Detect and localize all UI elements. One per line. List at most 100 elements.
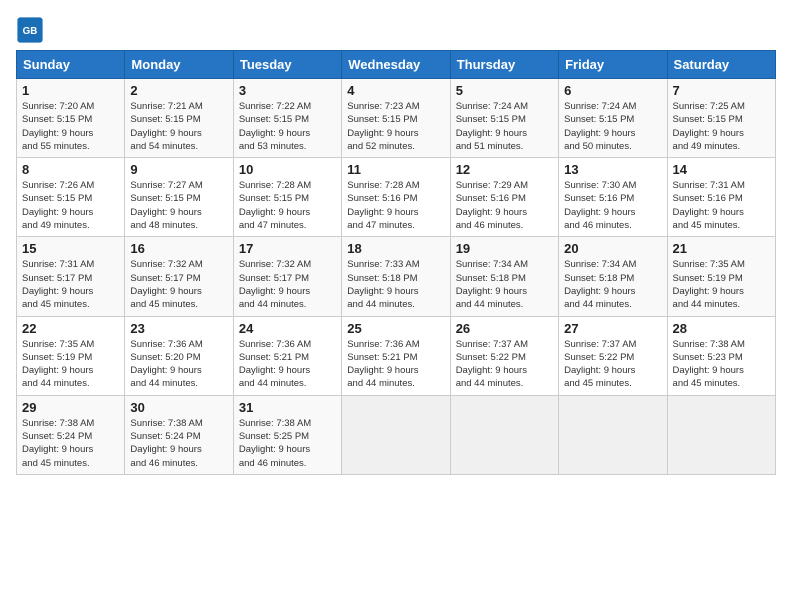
cell-info: Sunrise: 7:22 AMSunset: 5:15 PMDaylight:… bbox=[239, 101, 311, 152]
cell-info: Sunrise: 7:23 AMSunset: 5:15 PMDaylight:… bbox=[347, 101, 419, 152]
calendar-cell: 25 Sunrise: 7:36 AMSunset: 5:21 PMDayligh… bbox=[342, 316, 450, 395]
calendar-body: 1Sunrise: 7:20 AMSunset: 5:15 PMDaylight… bbox=[17, 79, 776, 475]
cell-info: Sunrise: 7:25 AMSunset: 5:15 PMDaylight:… bbox=[673, 101, 745, 152]
cell-info: Sunrise: 7:27 AMSunset: 5:15 PMDaylight:… bbox=[130, 180, 202, 231]
svg-text:GB: GB bbox=[23, 26, 38, 37]
day-number: 16 bbox=[130, 241, 227, 256]
day-number: 30 bbox=[130, 400, 227, 415]
calendar-week-0: 1Sunrise: 7:20 AMSunset: 5:15 PMDaylight… bbox=[17, 79, 776, 158]
day-number: 26 bbox=[456, 321, 553, 336]
calendar-cell bbox=[667, 395, 775, 474]
calendar-cell: 17Sunrise: 7:32 AMSunset: 5:17 PMDayligh… bbox=[233, 237, 341, 316]
calendar-cell: 26 Sunrise: 7:37 AMSunset: 5:22 PMDayligh… bbox=[450, 316, 558, 395]
cell-info: Sunrise: 7:37 AMSunset: 5:22 PMDaylight:… bbox=[564, 339, 636, 390]
calendar-week-1: 8 Sunrise: 7:26 AMSunset: 5:15 PMDaylight… bbox=[17, 158, 776, 237]
cell-info: Sunrise: 7:26 AMSunset: 5:15 PMDaylight:… bbox=[22, 180, 94, 231]
day-number: 2 bbox=[130, 83, 227, 98]
day-number: 11 bbox=[347, 162, 444, 177]
day-number: 15 bbox=[22, 241, 119, 256]
cell-info: Sunrise: 7:31 AMSunset: 5:17 PMDaylight:… bbox=[22, 259, 94, 310]
day-number: 29 bbox=[22, 400, 119, 415]
calendar-cell: 1Sunrise: 7:20 AMSunset: 5:15 PMDaylight… bbox=[17, 79, 125, 158]
day-number: 19 bbox=[456, 241, 553, 256]
day-number: 24 bbox=[239, 321, 336, 336]
cell-info: Sunrise: 7:28 AMSunset: 5:15 PMDaylight:… bbox=[239, 180, 311, 231]
cell-info: Sunrise: 7:38 AMSunset: 5:25 PMDaylight:… bbox=[239, 418, 311, 469]
calendar-cell: 11 Sunrise: 7:28 AMSunset: 5:16 PMDayligh… bbox=[342, 158, 450, 237]
calendar-cell: 7 Sunrise: 7:25 AMSunset: 5:15 PMDaylight… bbox=[667, 79, 775, 158]
calendar-cell bbox=[342, 395, 450, 474]
cell-info: Sunrise: 7:38 AMSunset: 5:24 PMDaylight:… bbox=[22, 418, 94, 469]
cell-info: Sunrise: 7:36 AMSunset: 5:21 PMDaylight:… bbox=[347, 339, 419, 390]
col-header-saturday: Saturday bbox=[667, 51, 775, 79]
calendar-cell bbox=[450, 395, 558, 474]
calendar-cell: 21 Sunrise: 7:35 AMSunset: 5:19 PMDayligh… bbox=[667, 237, 775, 316]
day-number: 13 bbox=[564, 162, 661, 177]
calendar-cell: 18Sunrise: 7:33 AMSunset: 5:18 PMDayligh… bbox=[342, 237, 450, 316]
day-number: 28 bbox=[673, 321, 770, 336]
cell-info: Sunrise: 7:24 AMSunset: 5:15 PMDaylight:… bbox=[456, 101, 528, 152]
page-header: GB bbox=[16, 16, 776, 44]
day-number: 27 bbox=[564, 321, 661, 336]
calendar-cell: 13 Sunrise: 7:30 AMSunset: 5:16 PMDayligh… bbox=[559, 158, 667, 237]
col-header-friday: Friday bbox=[559, 51, 667, 79]
calendar-cell: 24Sunrise: 7:36 AMSunset: 5:21 PMDayligh… bbox=[233, 316, 341, 395]
calendar-cell: 2 Sunrise: 7:21 AMSunset: 5:15 PMDaylight… bbox=[125, 79, 233, 158]
day-number: 22 bbox=[22, 321, 119, 336]
day-number: 21 bbox=[673, 241, 770, 256]
cell-info: Sunrise: 7:34 AMSunset: 5:18 PMDaylight:… bbox=[564, 259, 636, 310]
day-number: 5 bbox=[456, 83, 553, 98]
day-number: 7 bbox=[673, 83, 770, 98]
day-number: 10 bbox=[239, 162, 336, 177]
col-header-sunday: Sunday bbox=[17, 51, 125, 79]
cell-info: Sunrise: 7:35 AMSunset: 5:19 PMDaylight:… bbox=[673, 259, 745, 310]
cell-info: Sunrise: 7:33 AMSunset: 5:18 PMDaylight:… bbox=[347, 259, 419, 310]
calendar-cell: 3Sunrise: 7:22 AMSunset: 5:15 PMDaylight… bbox=[233, 79, 341, 158]
logo-icon: GB bbox=[16, 16, 44, 44]
col-header-thursday: Thursday bbox=[450, 51, 558, 79]
calendar-week-2: 15 Sunrise: 7:31 AMSunset: 5:17 PMDayligh… bbox=[17, 237, 776, 316]
calendar-cell: 22 Sunrise: 7:35 AMSunset: 5:19 PMDayligh… bbox=[17, 316, 125, 395]
calendar-cell bbox=[559, 395, 667, 474]
cell-info: Sunrise: 7:38 AMSunset: 5:24 PMDaylight:… bbox=[130, 418, 202, 469]
col-header-tuesday: Tuesday bbox=[233, 51, 341, 79]
calendar-cell: 29 Sunrise: 7:38 AMSunset: 5:24 PMDayligh… bbox=[17, 395, 125, 474]
calendar-cell: 27 Sunrise: 7:37 AMSunset: 5:22 PMDayligh… bbox=[559, 316, 667, 395]
calendar-cell: 31Sunrise: 7:38 AMSunset: 5:25 PMDayligh… bbox=[233, 395, 341, 474]
day-number: 6 bbox=[564, 83, 661, 98]
cell-info: Sunrise: 7:30 AMSunset: 5:16 PMDaylight:… bbox=[564, 180, 636, 231]
logo: GB bbox=[16, 16, 48, 44]
cell-info: Sunrise: 7:28 AMSunset: 5:16 PMDaylight:… bbox=[347, 180, 419, 231]
cell-info: Sunrise: 7:31 AMSunset: 5:16 PMDaylight:… bbox=[673, 180, 745, 231]
day-number: 12 bbox=[456, 162, 553, 177]
day-number: 14 bbox=[673, 162, 770, 177]
calendar-cell: 9 Sunrise: 7:27 AMSunset: 5:15 PMDaylight… bbox=[125, 158, 233, 237]
day-number: 17 bbox=[239, 241, 336, 256]
cell-info: Sunrise: 7:29 AMSunset: 5:16 PMDaylight:… bbox=[456, 180, 528, 231]
day-number: 9 bbox=[130, 162, 227, 177]
calendar-cell: 16 Sunrise: 7:32 AMSunset: 5:17 PMDayligh… bbox=[125, 237, 233, 316]
cell-info: Sunrise: 7:20 AMSunset: 5:15 PMDaylight:… bbox=[22, 101, 94, 152]
calendar-cell: 8 Sunrise: 7:26 AMSunset: 5:15 PMDaylight… bbox=[17, 158, 125, 237]
calendar-cell: 6 Sunrise: 7:24 AMSunset: 5:15 PMDaylight… bbox=[559, 79, 667, 158]
col-header-wednesday: Wednesday bbox=[342, 51, 450, 79]
cell-info: Sunrise: 7:24 AMSunset: 5:15 PMDaylight:… bbox=[564, 101, 636, 152]
cell-info: Sunrise: 7:38 AMSunset: 5:23 PMDaylight:… bbox=[673, 339, 745, 390]
calendar-cell: 30 Sunrise: 7:38 AMSunset: 5:24 PMDayligh… bbox=[125, 395, 233, 474]
day-number: 8 bbox=[22, 162, 119, 177]
calendar-cell: 15 Sunrise: 7:31 AMSunset: 5:17 PMDayligh… bbox=[17, 237, 125, 316]
cell-info: Sunrise: 7:37 AMSunset: 5:22 PMDaylight:… bbox=[456, 339, 528, 390]
calendar-header: SundayMondayTuesdayWednesdayThursdayFrid… bbox=[17, 51, 776, 79]
cell-info: Sunrise: 7:35 AMSunset: 5:19 PMDaylight:… bbox=[22, 339, 94, 390]
calendar-cell: 4Sunrise: 7:23 AMSunset: 5:15 PMDaylight… bbox=[342, 79, 450, 158]
cell-info: Sunrise: 7:32 AMSunset: 5:17 PMDaylight:… bbox=[130, 259, 202, 310]
calendar-week-4: 29 Sunrise: 7:38 AMSunset: 5:24 PMDayligh… bbox=[17, 395, 776, 474]
calendar-cell: 23Sunrise: 7:36 AMSunset: 5:20 PMDayligh… bbox=[125, 316, 233, 395]
cell-info: Sunrise: 7:21 AMSunset: 5:15 PMDaylight:… bbox=[130, 101, 202, 152]
cell-info: Sunrise: 7:34 AMSunset: 5:18 PMDaylight:… bbox=[456, 259, 528, 310]
calendar-cell: 10 Sunrise: 7:28 AMSunset: 5:15 PMDayligh… bbox=[233, 158, 341, 237]
day-number: 23 bbox=[130, 321, 227, 336]
calendar-cell: 28 Sunrise: 7:38 AMSunset: 5:23 PMDayligh… bbox=[667, 316, 775, 395]
day-number: 25 bbox=[347, 321, 444, 336]
calendar-cell: 19 Sunrise: 7:34 AMSunset: 5:18 PMDayligh… bbox=[450, 237, 558, 316]
